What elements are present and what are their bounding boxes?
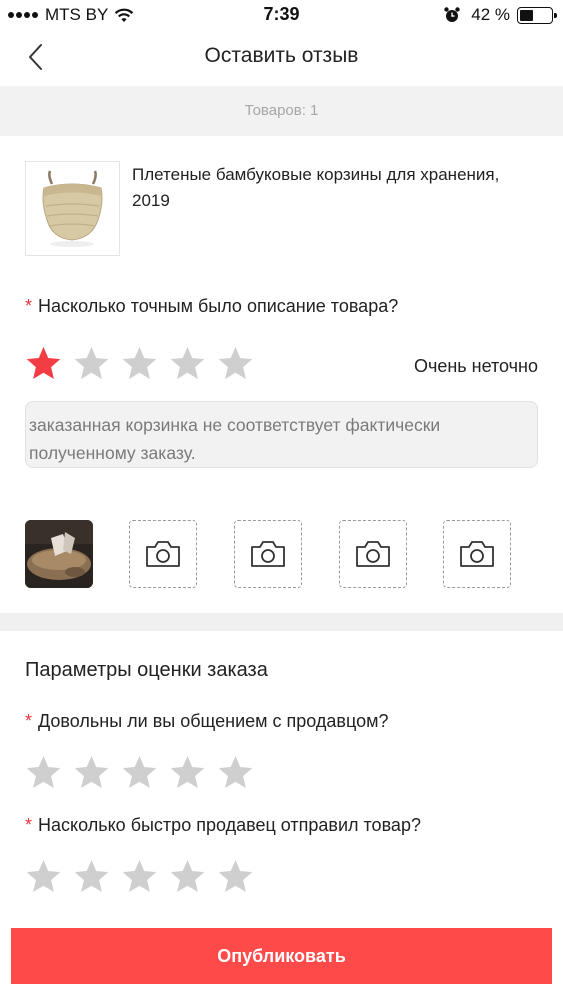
star-icon[interactable] (216, 344, 255, 383)
star-icon[interactable] (24, 753, 63, 792)
battery-fill (520, 9, 533, 21)
add-photo-slot[interactable] (339, 520, 407, 588)
star-icon[interactable] (216, 857, 255, 896)
basket-image (26, 162, 119, 255)
description-stars (24, 344, 255, 383)
battery-icon (517, 6, 557, 24)
camera-icon (356, 541, 390, 567)
required-mark: * (25, 815, 33, 835)
camera-icon (146, 541, 180, 567)
required-mark: * (25, 711, 33, 731)
description-question: * Насколько точным было описание товара? (25, 296, 398, 317)
add-photo-slot[interactable] (234, 520, 302, 588)
nav-bar: Оставить отзыв (0, 30, 563, 86)
battery-percent: 42 % (471, 5, 510, 24)
rating-label: Очень неточно (413, 356, 538, 376)
star-icon[interactable] (72, 753, 111, 792)
star-icon[interactable] (72, 857, 111, 896)
shipping-speed-question: * Насколько быстро продавец отправил това… (25, 815, 421, 836)
uploaded-photo[interactable] (25, 520, 93, 588)
seller-communication-question: * Довольны ли вы общением с продавцом? (25, 711, 389, 732)
star-icon[interactable] (72, 344, 111, 383)
star-icon[interactable] (120, 753, 159, 792)
goods-count: Товаров: 1 (0, 86, 563, 136)
seller-communication-stars (24, 753, 255, 792)
star-icon[interactable] (120, 344, 159, 383)
section-title: Параметры оценки заказа (25, 659, 268, 681)
shipping-speed-text: Насколько быстро продавец отправил товар… (38, 815, 421, 835)
star-icon[interactable] (24, 344, 63, 383)
review-textarea[interactable]: заказанная корзинка не соответствует фак… (25, 401, 538, 468)
product-thumbnail (25, 161, 120, 256)
camera-icon (251, 541, 285, 567)
alarm-clock-icon (444, 7, 460, 22)
status-bar: MTS BY 7:39 42 % (0, 0, 563, 30)
publish-button[interactable]: Опубликовать (11, 928, 552, 984)
add-photo-slot[interactable] (129, 520, 197, 588)
shipping-speed-stars (24, 857, 255, 896)
section-divider (0, 613, 563, 631)
star-icon[interactable] (168, 857, 207, 896)
status-right: 42 % (443, 5, 557, 25)
seller-communication-text: Довольны ли вы общением с продавцом? (38, 711, 389, 731)
star-icon[interactable] (168, 753, 207, 792)
camera-icon (460, 541, 494, 567)
star-icon[interactable] (216, 753, 255, 792)
star-icon[interactable] (120, 857, 159, 896)
star-icon[interactable] (24, 857, 63, 896)
description-question-text: Насколько точным было описание товара? (38, 296, 399, 316)
product-title: Плетеные бамбуковые корзины для хранения… (132, 165, 500, 210)
add-photo-slot[interactable] (443, 520, 511, 588)
required-mark: * (25, 296, 33, 316)
star-icon[interactable] (168, 344, 207, 383)
uploaded-photo-image (25, 520, 93, 588)
page-title: Оставить отзыв (204, 44, 359, 67)
